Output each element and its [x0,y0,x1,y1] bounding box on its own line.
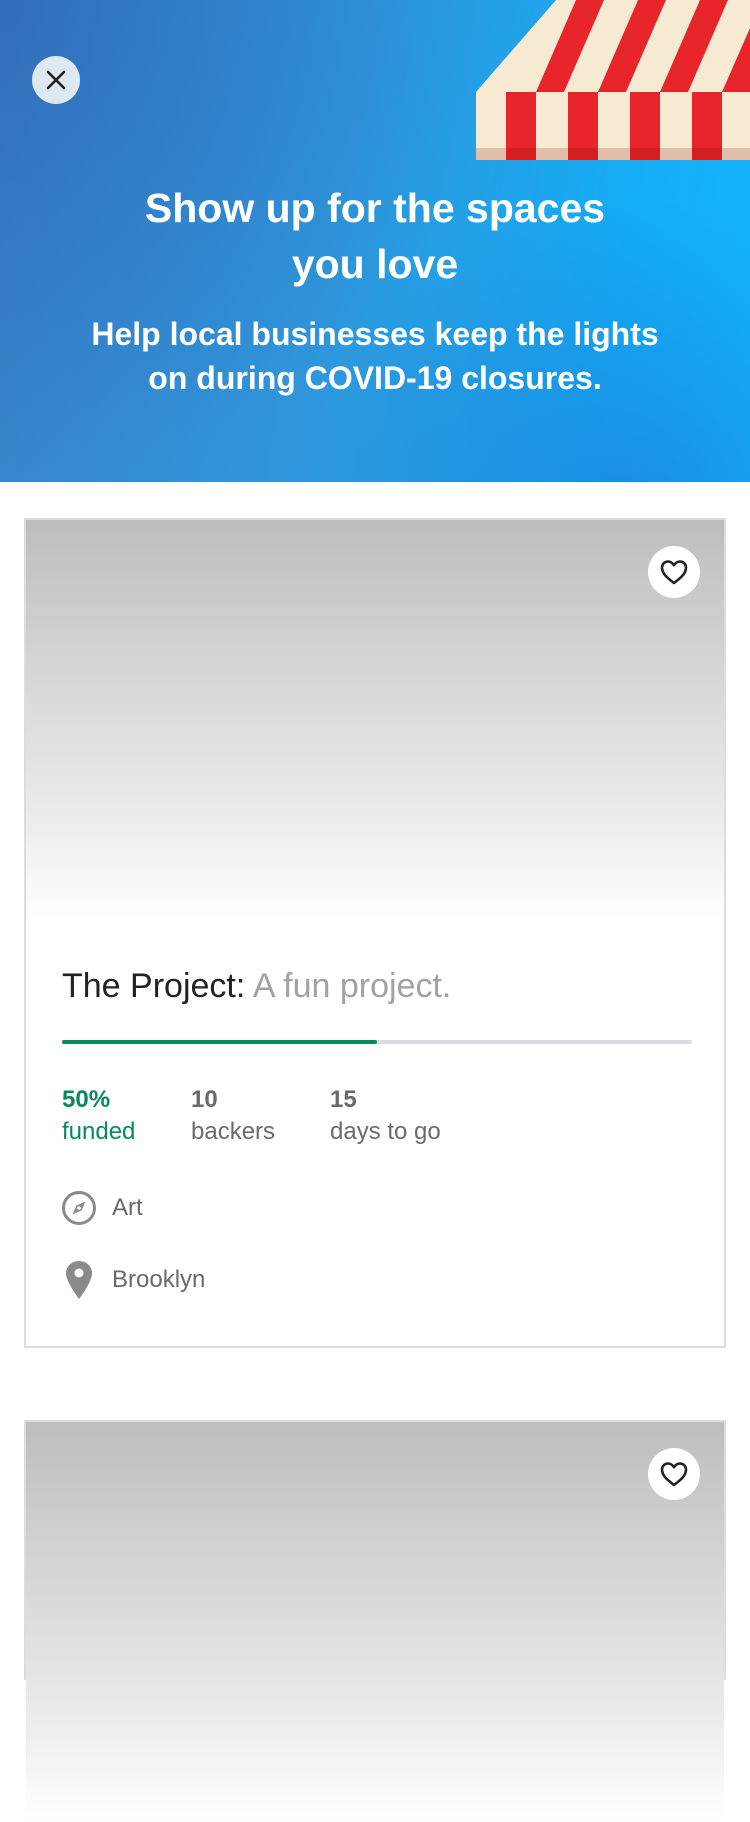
stat-backers: 10 backers [191,1084,275,1148]
close-button[interactable] [32,56,80,104]
days-label: days to go [330,1118,441,1145]
category-label: Art [112,1194,143,1221]
backers-count: 10 [191,1086,218,1113]
funding-progress-bar [62,1040,692,1044]
project-blurb: A fun project. [252,967,452,1005]
project-image [26,520,724,920]
project-card[interactable]: The Project: A fun project. 50% funded 1… [24,518,726,1348]
funding-progress-fill [62,1040,377,1044]
awning-illustration [476,0,750,160]
close-icon [46,70,66,90]
location-row[interactable]: Brooklyn [60,1260,205,1300]
compass-icon [60,1188,98,1228]
project-title[interactable]: The Project: A fun project. [62,964,451,1008]
project-image [26,1422,724,1822]
backers-label: backers [191,1118,276,1145]
project-name: The Project: [62,967,246,1005]
stat-funded: 50% funded [62,1084,135,1148]
project-card[interactable] [24,1420,726,1822]
funded-percent: 50% [62,1086,111,1113]
category-row[interactable]: Art [60,1188,143,1228]
heart-icon [660,1462,688,1487]
location-label: Brooklyn [112,1266,206,1293]
heart-icon [660,560,688,585]
days-count: 15 [330,1086,357,1113]
promo-header: Show up for the spaces you love Help loc… [0,0,750,482]
favorite-button[interactable] [648,546,700,598]
location-pin-icon [60,1260,98,1300]
funded-label: funded [62,1118,136,1145]
favorite-button[interactable] [648,1448,700,1500]
header-title: Show up for the spaces you love [144,185,606,287]
stat-days: 15 days to go [330,1084,441,1148]
header-subtitle: Help local businesses keep the lights on… [91,316,659,396]
